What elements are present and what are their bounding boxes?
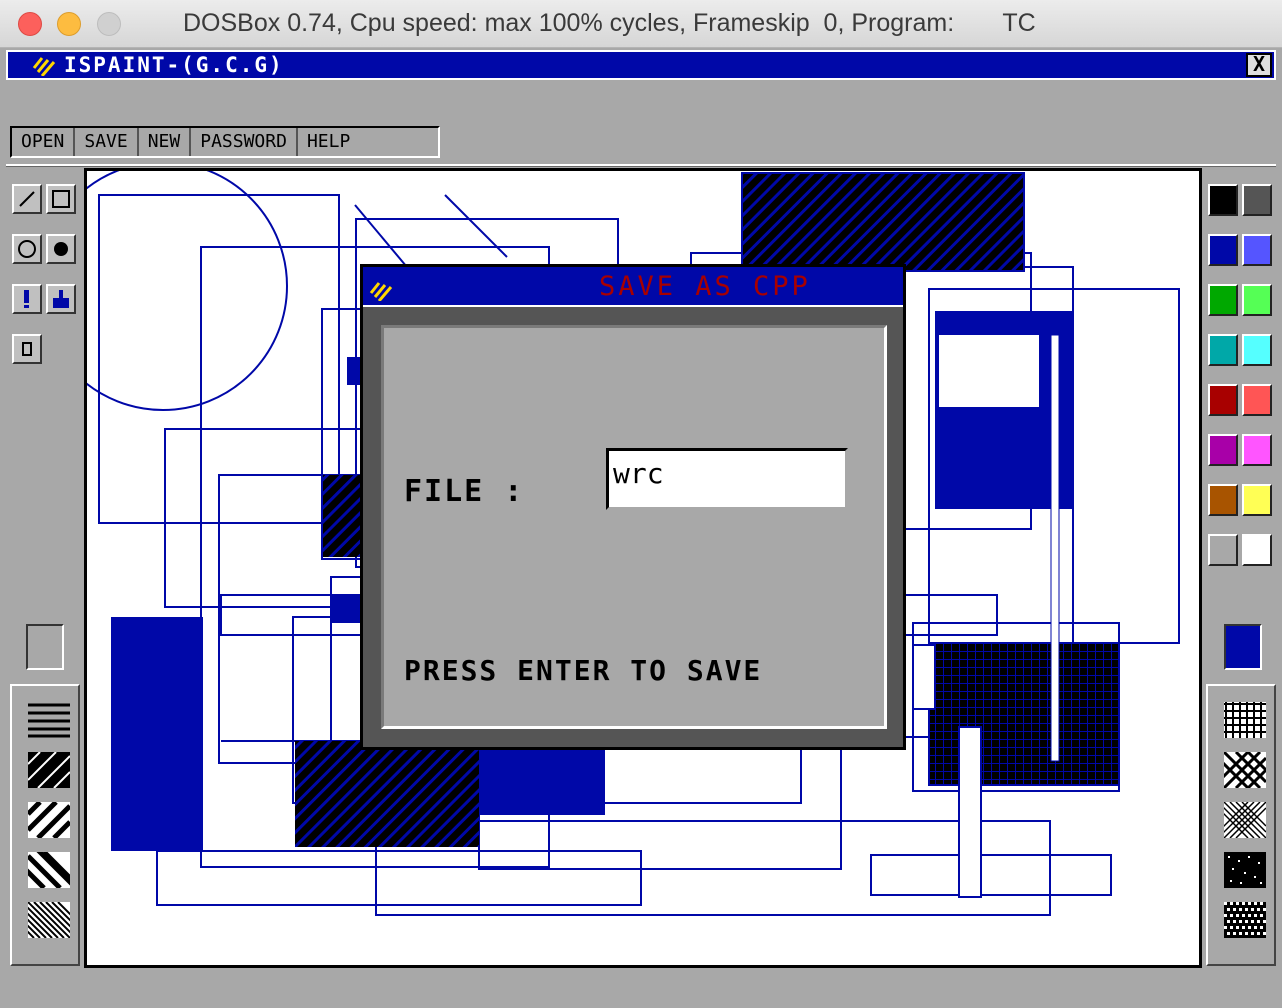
current-draw-color <box>1224 624 1262 670</box>
color-white[interactable] <box>1242 534 1272 566</box>
dialog-titlebar: SAVE AS CPP <box>363 267 903 307</box>
toolbar-divider <box>6 164 1276 167</box>
dos-screen: ISPAINT-(G.C.G) X OPEN SAVE NEW PASSWORD… <box>4 48 1278 1008</box>
fill-tool-button[interactable] <box>46 284 76 314</box>
menu-bar: OPEN SAVE NEW PASSWORD HELP <box>10 126 440 158</box>
diagonal-thin-pattern[interactable] <box>28 752 70 788</box>
spray-tool-button[interactable] <box>12 284 42 314</box>
rectangle-icon <box>52 190 70 208</box>
color-palette-panel <box>1204 168 1278 966</box>
color-blue[interactable] <box>1208 234 1238 266</box>
logo-icon <box>369 282 393 301</box>
close-window-button[interactable] <box>18 12 42 36</box>
fine-backslash-pattern[interactable] <box>28 902 70 938</box>
color-dark-gray[interactable] <box>1242 184 1272 216</box>
eraser-tool-button[interactable] <box>12 334 42 364</box>
circle-icon <box>18 240 36 258</box>
line-tool-button[interactable] <box>12 184 42 214</box>
left-pattern-panel <box>10 684 80 966</box>
rectangle-tool-button[interactable] <box>46 184 76 214</box>
crosshatch-pattern[interactable] <box>1224 752 1266 788</box>
app-close-button[interactable]: X <box>1246 53 1272 77</box>
fine-check-pattern[interactable] <box>1224 802 1266 838</box>
filled-circle-tool-button[interactable] <box>46 234 76 264</box>
color-red[interactable] <box>1208 384 1238 416</box>
menu-help[interactable]: HELP <box>298 128 359 156</box>
file-label: FILE : <box>404 474 525 509</box>
app-title: ISPAINT-(G.C.G) <box>64 53 284 77</box>
color-light-green[interactable] <box>1242 284 1272 316</box>
app-titlebar: ISPAINT-(G.C.G) X <box>6 50 1276 80</box>
dense-dot-pattern[interactable] <box>1224 852 1266 888</box>
color-light-magenta[interactable] <box>1242 434 1272 466</box>
zoom-window-button[interactable] <box>97 12 121 36</box>
color-magenta[interactable] <box>1208 434 1238 466</box>
backslash-pattern[interactable] <box>28 852 70 888</box>
dialog-body: FILE : wrc PRESS ENTER TO SAVE <box>381 325 887 729</box>
filled-circle-icon <box>54 242 68 256</box>
right-pattern-panel <box>1206 684 1276 966</box>
grid-pattern[interactable] <box>1224 702 1266 738</box>
spray-icon <box>24 290 29 308</box>
save-dialog: SAVE AS CPP FILE : wrc PRESS ENTER TO SA… <box>360 264 906 750</box>
color-green[interactable] <box>1208 284 1238 316</box>
file-name-input[interactable]: wrc <box>606 448 848 510</box>
current-fill-color <box>26 624 64 670</box>
menu-open[interactable]: OPEN <box>12 128 76 156</box>
color-light-gray[interactable] <box>1208 534 1238 566</box>
minimize-window-button[interactable] <box>57 12 81 36</box>
color-brown[interactable] <box>1208 484 1238 516</box>
circle-tool-button[interactable] <box>12 234 42 264</box>
menu-new[interactable]: NEW <box>139 128 192 156</box>
menu-save[interactable]: SAVE <box>75 128 139 156</box>
color-yellow[interactable] <box>1242 484 1272 516</box>
line-icon <box>19 191 35 207</box>
menu-password[interactable]: PASSWORD <box>191 128 298 156</box>
logo-icon <box>32 57 56 76</box>
dialog-title: SAVE AS CPP <box>599 271 811 302</box>
color-light-red[interactable] <box>1242 384 1272 416</box>
enter-hint: PRESS ENTER TO SAVE <box>404 654 763 687</box>
color-black[interactable] <box>1208 184 1238 216</box>
color-cyan[interactable] <box>1208 334 1238 366</box>
color-light-cyan[interactable] <box>1242 334 1272 366</box>
window-titlebar: DOSBox 0.74, Cpu speed: max 100% cycles,… <box>0 0 1282 48</box>
window-title: DOSBox 0.74, Cpu speed: max 100% cycles,… <box>183 9 1036 37</box>
tool-panel <box>6 168 80 966</box>
eraser-icon <box>22 342 32 356</box>
color-light-blue[interactable] <box>1242 234 1272 266</box>
checker-pattern[interactable] <box>1224 902 1266 938</box>
diagonal-thick-pattern[interactable] <box>28 802 70 838</box>
fill-bucket-icon <box>53 290 69 308</box>
horizontal-lines-pattern[interactable] <box>28 702 70 738</box>
